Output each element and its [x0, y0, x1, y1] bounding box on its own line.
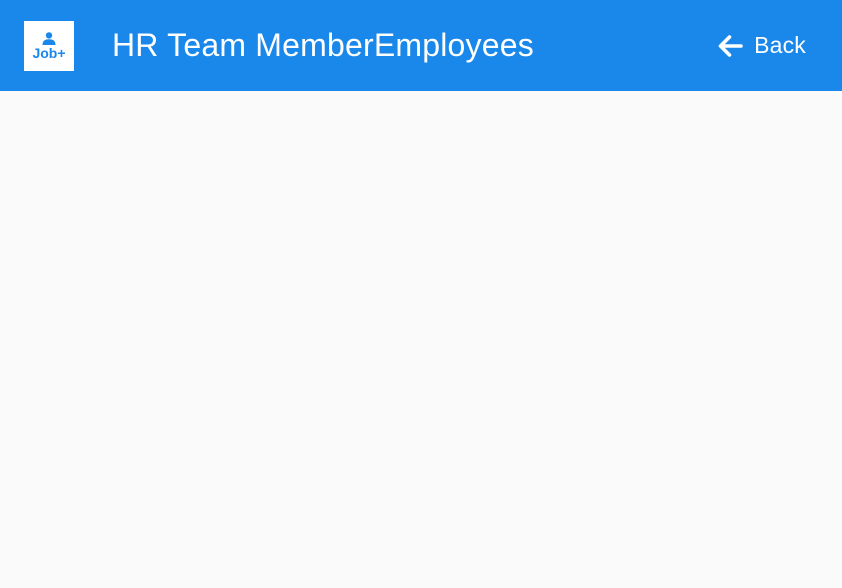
main-content — [0, 91, 842, 588]
app-window: Job+ HR Team MemberEmployees Back — [0, 0, 842, 588]
page-title: HR Team MemberEmployees — [112, 27, 534, 63]
person-icon — [42, 32, 56, 45]
app-logo[interactable]: Job+ — [24, 20, 74, 71]
arrow-left-icon — [718, 34, 743, 57]
app-bar: Job+ HR Team MemberEmployees Back — [0, 0, 842, 91]
logo-text: Job+ — [32, 45, 66, 61]
back-button[interactable]: Back — [702, 24, 818, 68]
back-button-label: Back — [754, 32, 806, 58]
